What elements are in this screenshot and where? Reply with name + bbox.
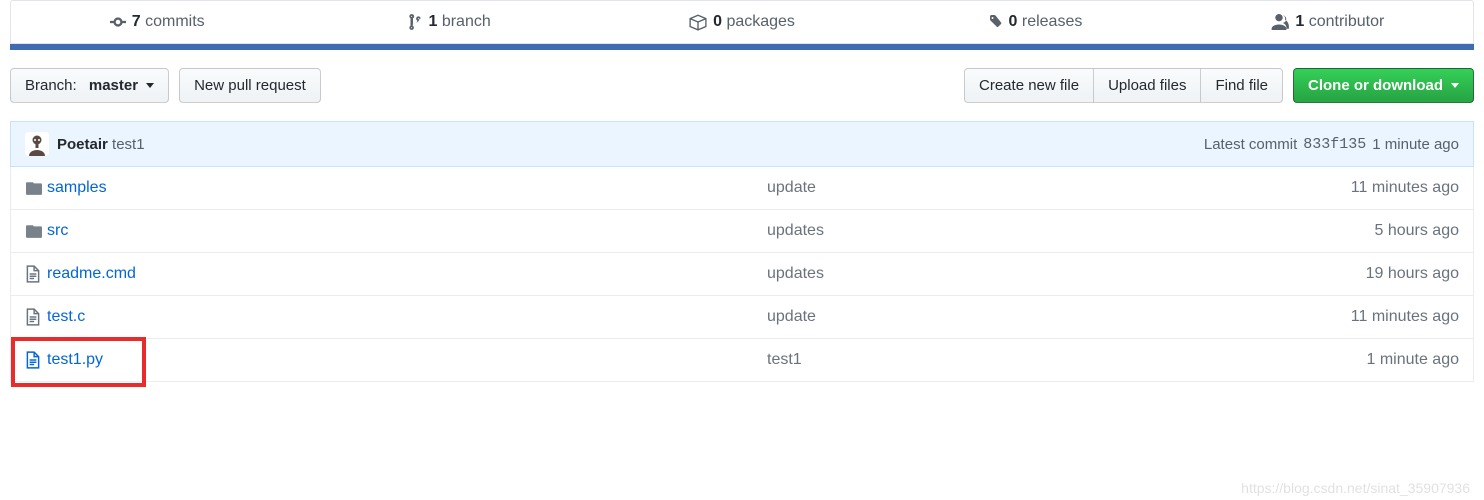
file-name-link[interactable]: samples (47, 179, 107, 196)
commit-message[interactable]: update (767, 179, 1259, 197)
find-file-button[interactable]: Find file (1200, 68, 1283, 103)
stat-commits[interactable]: 7 commits (11, 1, 303, 43)
commit-author[interactable]: Poetair (57, 136, 108, 153)
latest-commit-label: Latest commit (1204, 136, 1297, 153)
file-name-link[interactable]: readme.cmd (47, 265, 136, 282)
stat-releases[interactable]: 0 releases (888, 1, 1180, 43)
file-name-link[interactable]: test.c (47, 308, 85, 325)
language-bar (10, 44, 1474, 50)
file-row: readme.cmd updates19 hours ago (10, 253, 1474, 296)
file-row: test.c update11 minutes ago (10, 296, 1474, 339)
create-new-file-button[interactable]: Create new file (964, 68, 1094, 103)
caret-down-icon (1451, 83, 1459, 88)
folder-icon (25, 180, 47, 196)
file-row: samples update11 minutes ago (10, 167, 1474, 210)
file-time: 11 minutes ago (1259, 308, 1459, 326)
file-row: test1.py test11 minute ago (10, 339, 1474, 382)
file-actions-group: Create new file Upload files Find file (964, 68, 1283, 103)
commits-icon (110, 14, 126, 30)
branch-select-button[interactable]: Branch: master (10, 68, 169, 103)
commit-message[interactable]: updates (767, 222, 1259, 240)
clone-download-button[interactable]: Clone or download (1293, 68, 1474, 103)
tag-icon (987, 14, 1003, 30)
file-list: samplesupdate11 minutes agosrcupdates5 h… (10, 167, 1474, 382)
file-name-link[interactable]: src (47, 222, 68, 239)
file-icon (25, 308, 47, 326)
commit-message[interactable]: updates (767, 265, 1259, 283)
stat-contributors[interactable]: 1 contributor (1181, 1, 1473, 43)
file-time: 1 minute ago (1259, 351, 1459, 369)
file-row: src updates5 hours ago (10, 210, 1474, 253)
upload-files-button[interactable]: Upload files (1093, 68, 1201, 103)
new-pull-request-button[interactable]: New pull request (179, 68, 321, 103)
file-time: 5 hours ago (1259, 222, 1459, 240)
file-time: 19 hours ago (1259, 265, 1459, 283)
file-time: 11 minutes ago (1259, 179, 1459, 197)
package-icon (689, 13, 707, 31)
file-name-link[interactable]: test1.py (47, 351, 103, 368)
folder-icon (25, 223, 47, 239)
file-icon (25, 351, 47, 369)
repo-stats-bar: 7 commits 1 branch 0 packages 0 releases… (10, 0, 1474, 44)
avatar[interactable] (25, 132, 49, 156)
commit-message[interactable]: test1 (767, 351, 1259, 369)
commit-time: 1 minute ago (1372, 136, 1459, 153)
repo-toolbar: Branch: master New pull request Create n… (10, 68, 1474, 103)
latest-commit-bar: Poetair test1 Latest commit 833f135 1 mi… (10, 121, 1474, 167)
commit-message[interactable]: test1 (112, 136, 145, 153)
watermark: https://blog.csdn.net/sinat_35907936 (1241, 480, 1470, 496)
file-icon (25, 265, 47, 283)
caret-down-icon (146, 83, 154, 88)
people-icon (1269, 14, 1289, 30)
branch-icon (408, 13, 422, 31)
stat-packages[interactable]: 0 packages (596, 1, 888, 43)
stat-branches[interactable]: 1 branch (303, 1, 595, 43)
commit-sha[interactable]: 833f135 (1303, 136, 1366, 153)
commit-message[interactable]: update (767, 308, 1259, 326)
